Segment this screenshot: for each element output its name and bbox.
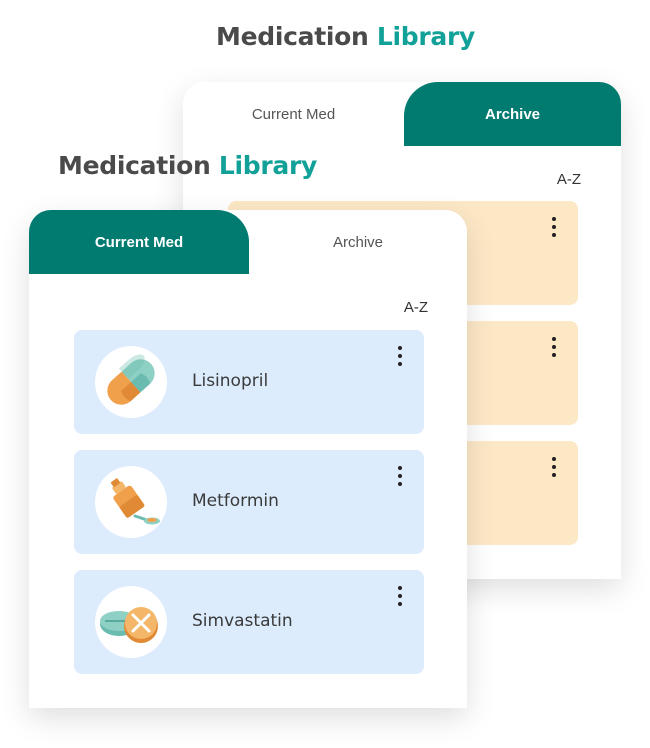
tab-current-med[interactable]: Current Med bbox=[29, 210, 249, 274]
medication-name: Lisinopril bbox=[192, 371, 269, 391]
medication-item-lisinopril[interactable]: Lisinopril bbox=[74, 330, 424, 434]
medication-name: Metformin bbox=[192, 491, 279, 511]
page-title-back: Medication Library bbox=[216, 22, 475, 51]
medication-name: Simvastatin bbox=[192, 611, 293, 631]
page-title-front: Medication Library bbox=[58, 151, 317, 180]
more-options-icon[interactable] bbox=[549, 337, 559, 357]
tab-archive[interactable]: Archive bbox=[404, 82, 621, 146]
tab-archive[interactable]: Archive bbox=[249, 210, 467, 274]
more-options-icon[interactable] bbox=[549, 457, 559, 477]
medication-item-simvastatin[interactable]: Simvastatin bbox=[74, 570, 424, 674]
current-med-view-card: Current Med Archive A-Z Lisinopril Metfo… bbox=[29, 210, 467, 708]
medication-item-metformin[interactable]: Metformin bbox=[74, 450, 424, 554]
title-text: Medication bbox=[216, 22, 369, 51]
more-options-icon[interactable] bbox=[549, 217, 559, 237]
more-options-icon[interactable] bbox=[395, 586, 405, 606]
syrup-bottle-icon bbox=[95, 466, 167, 538]
tablets-icon bbox=[95, 586, 167, 658]
sort-az-button[interactable]: A-Z bbox=[404, 299, 428, 316]
title-accent: Library bbox=[376, 22, 476, 51]
more-options-icon[interactable] bbox=[395, 346, 405, 366]
title-text: Medication bbox=[58, 151, 211, 180]
tab-current-med[interactable]: Current Med bbox=[183, 82, 404, 146]
title-accent: Library bbox=[218, 151, 318, 180]
capsule-icon bbox=[95, 346, 167, 418]
sort-az-button[interactable]: A-Z bbox=[557, 171, 581, 188]
more-options-icon[interactable] bbox=[395, 466, 405, 486]
